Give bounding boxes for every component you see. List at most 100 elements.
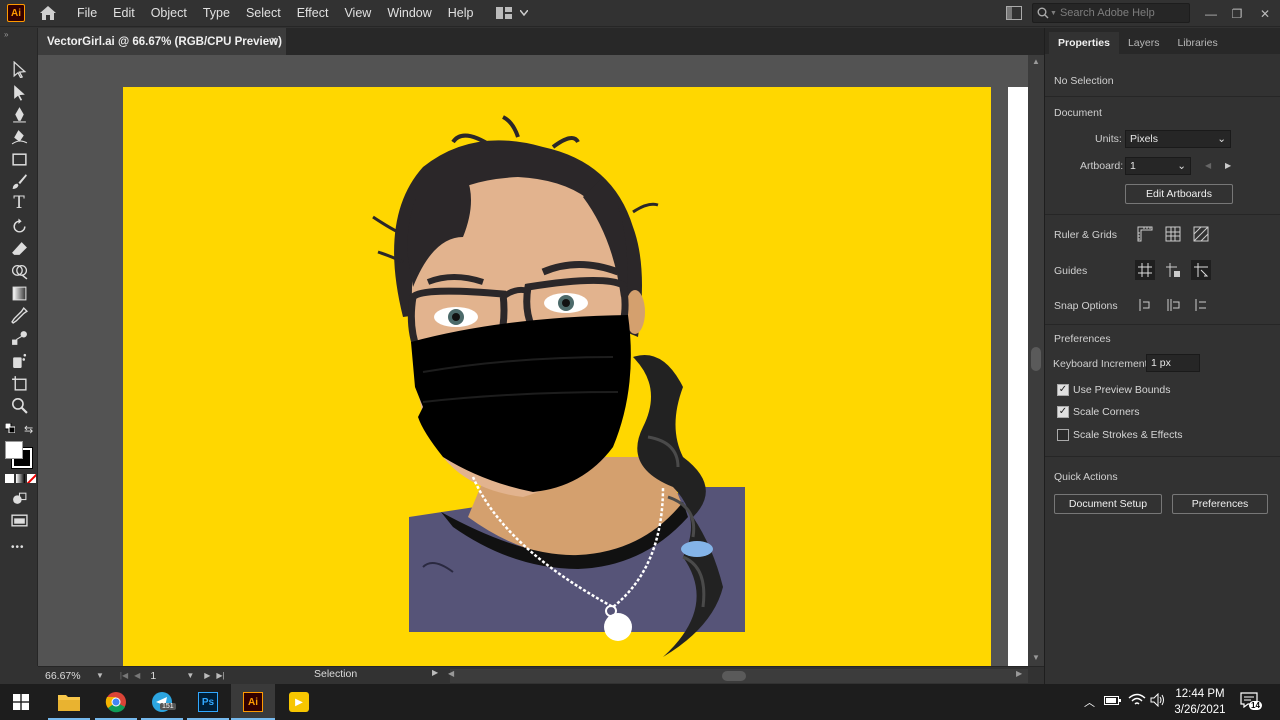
menu-help[interactable]: Help: [440, 0, 482, 27]
taskbar-telegram[interactable]: 151: [148, 688, 176, 716]
wifi-indicator[interactable]: [1128, 693, 1146, 710]
paintbrush-tool[interactable]: [9, 171, 29, 191]
last-artboard-icon[interactable]: ▶|: [216, 671, 224, 680]
battery-indicator[interactable]: [1104, 694, 1122, 709]
selection-tool[interactable]: [9, 59, 29, 79]
eyedropper-tool[interactable]: [9, 305, 29, 325]
curvature-tool[interactable]: [9, 126, 29, 146]
search-help-input[interactable]: ▼ Search Adobe Help: [1032, 3, 1190, 23]
close-window-button[interactable]: ✕: [1252, 0, 1278, 27]
artboard-number-field[interactable]: 1: [150, 670, 180, 682]
artboard[interactable]: [123, 87, 991, 666]
snap-to-pixel-button[interactable]: [1163, 295, 1183, 315]
pen-tool[interactable]: [9, 104, 29, 124]
snap-to-point-button[interactable]: [1135, 295, 1155, 315]
zoom-tool[interactable]: [9, 395, 29, 415]
scale-strokes-effects-checkbox[interactable]: Scale Strokes & Effects: [1057, 429, 1183, 441]
lock-guides-button[interactable]: [1163, 260, 1183, 280]
shape-builder-tool[interactable]: [9, 261, 29, 281]
symbol-sprayer-tool[interactable]: [9, 350, 29, 370]
artboard-2[interactable]: [1008, 87, 1028, 666]
notifications-button[interactable]: 14: [1240, 692, 1262, 711]
start-button[interactable]: [7, 688, 35, 716]
menu-edit[interactable]: Edit: [105, 0, 143, 27]
scale-corners-checkbox[interactable]: ✓ Scale Corners: [1057, 406, 1140, 418]
zoom-dropdown-icon[interactable]: ▼: [96, 671, 104, 680]
gradient-tool[interactable]: [9, 283, 29, 303]
taskbar-file-explorer[interactable]: [55, 688, 83, 716]
screen-mode-button[interactable]: [9, 510, 29, 530]
use-preview-bounds-checkbox[interactable]: ✓ Use Preview Bounds: [1057, 384, 1170, 396]
edit-artboards-button[interactable]: Edit Artboards: [1125, 184, 1233, 204]
previous-artboard-icon[interactable]: ◀: [1205, 161, 1211, 170]
taskbar-player[interactable]: ▶: [285, 688, 313, 716]
volume-indicator[interactable]: [1150, 692, 1166, 710]
close-tab-icon[interactable]: ×: [271, 35, 277, 47]
none-button[interactable]: [27, 474, 36, 483]
gradient-button[interactable]: [16, 474, 25, 483]
next-artboard-panel-icon[interactable]: ▶: [1225, 161, 1231, 170]
menu-object[interactable]: Object: [143, 0, 195, 27]
menu-effect[interactable]: Effect: [289, 0, 337, 27]
swap-colors-icon[interactable]: ⇆: [24, 423, 33, 436]
direct-selection-tool[interactable]: [9, 82, 29, 102]
scroll-up-icon[interactable]: ▲: [1032, 57, 1040, 66]
tab-layers[interactable]: Layers: [1119, 32, 1169, 54]
menu-window[interactable]: Window: [379, 0, 439, 27]
preferences-button[interactable]: Preferences: [1172, 494, 1268, 514]
first-artboard-icon[interactable]: |◀: [120, 671, 128, 680]
tab-properties[interactable]: Properties: [1049, 32, 1119, 54]
show-guides-button[interactable]: [1135, 260, 1155, 280]
taskbar-illustrator[interactable]: Ai: [239, 688, 267, 716]
artboard-dropdown[interactable]: 1 ⌄: [1125, 157, 1191, 175]
grid-button[interactable]: [1163, 224, 1183, 244]
menu-view[interactable]: View: [336, 0, 379, 27]
scroll-right-icon[interactable]: ▶: [1016, 669, 1022, 678]
arrange-documents-button[interactable]: [495, 7, 528, 19]
artboard-tool[interactable]: [9, 373, 29, 393]
vertical-scroll-thumb[interactable]: [1031, 347, 1041, 371]
units-dropdown[interactable]: Pixels ⌄: [1125, 130, 1231, 148]
document-tab[interactable]: VectorGirl.ai @ 66.67% (RGB/CPU Preview)…: [38, 28, 286, 55]
scroll-left-icon[interactable]: ◀: [448, 669, 454, 678]
scroll-down-icon[interactable]: ▼: [1032, 653, 1040, 662]
snap-to-glyph-button[interactable]: [1191, 295, 1211, 315]
vertical-scrollbar[interactable]: ▲ ▼: [1028, 55, 1044, 666]
drawing-modes-button[interactable]: [9, 488, 29, 508]
blend-tool[interactable]: [9, 328, 29, 348]
artboard-dropdown-icon[interactable]: ▼: [186, 671, 194, 680]
show-hidden-icons-button[interactable]: ︿: [1084, 694, 1095, 710]
edit-toolbar-button[interactable]: •••: [11, 542, 25, 553]
rotate-tool[interactable]: [9, 216, 29, 236]
keyboard-increment-field[interactable]: 1 px: [1146, 354, 1200, 372]
zoom-level-field[interactable]: 66.67%: [42, 668, 98, 684]
transparency-grid-button[interactable]: [1191, 224, 1211, 244]
default-colors-button[interactable]: [4, 422, 16, 434]
status-menu-icon[interactable]: ▶: [432, 668, 438, 677]
color-button[interactable]: [5, 474, 14, 483]
taskbar-photoshop[interactable]: Ps: [194, 688, 222, 716]
prev-artboard-icon[interactable]: ◀: [134, 671, 140, 680]
horizontal-scroll-thumb[interactable]: [722, 671, 746, 681]
rulers-button[interactable]: [1135, 224, 1155, 244]
system-clock[interactable]: 12:44 PM 3/26/2021: [1168, 686, 1232, 718]
menu-type[interactable]: Type: [195, 0, 238, 27]
taskbar-chrome[interactable]: [102, 688, 130, 716]
panel-toggle-button[interactable]: [1006, 6, 1022, 23]
horizontal-scrollbar[interactable]: ◀ ▶: [448, 669, 1028, 683]
collapse-toolbar-icon[interactable]: »: [4, 30, 8, 39]
document-setup-button[interactable]: Document Setup: [1054, 494, 1162, 514]
minimize-button[interactable]: —: [1198, 0, 1224, 27]
restore-button[interactable]: ❐: [1224, 0, 1250, 27]
type-tool[interactable]: T: [9, 193, 29, 213]
rectangle-tool[interactable]: [9, 149, 29, 169]
smart-guides-button[interactable]: [1191, 260, 1211, 280]
eraser-tool[interactable]: [9, 238, 29, 258]
home-button[interactable]: [33, 0, 63, 27]
tab-libraries[interactable]: Libraries: [1168, 32, 1226, 54]
next-artboard-icon[interactable]: ▶: [204, 671, 210, 680]
canvas-area[interactable]: [38, 55, 1028, 666]
menu-file[interactable]: File: [69, 0, 105, 27]
fill-swatch[interactable]: [5, 441, 23, 459]
menu-select[interactable]: Select: [238, 0, 289, 27]
